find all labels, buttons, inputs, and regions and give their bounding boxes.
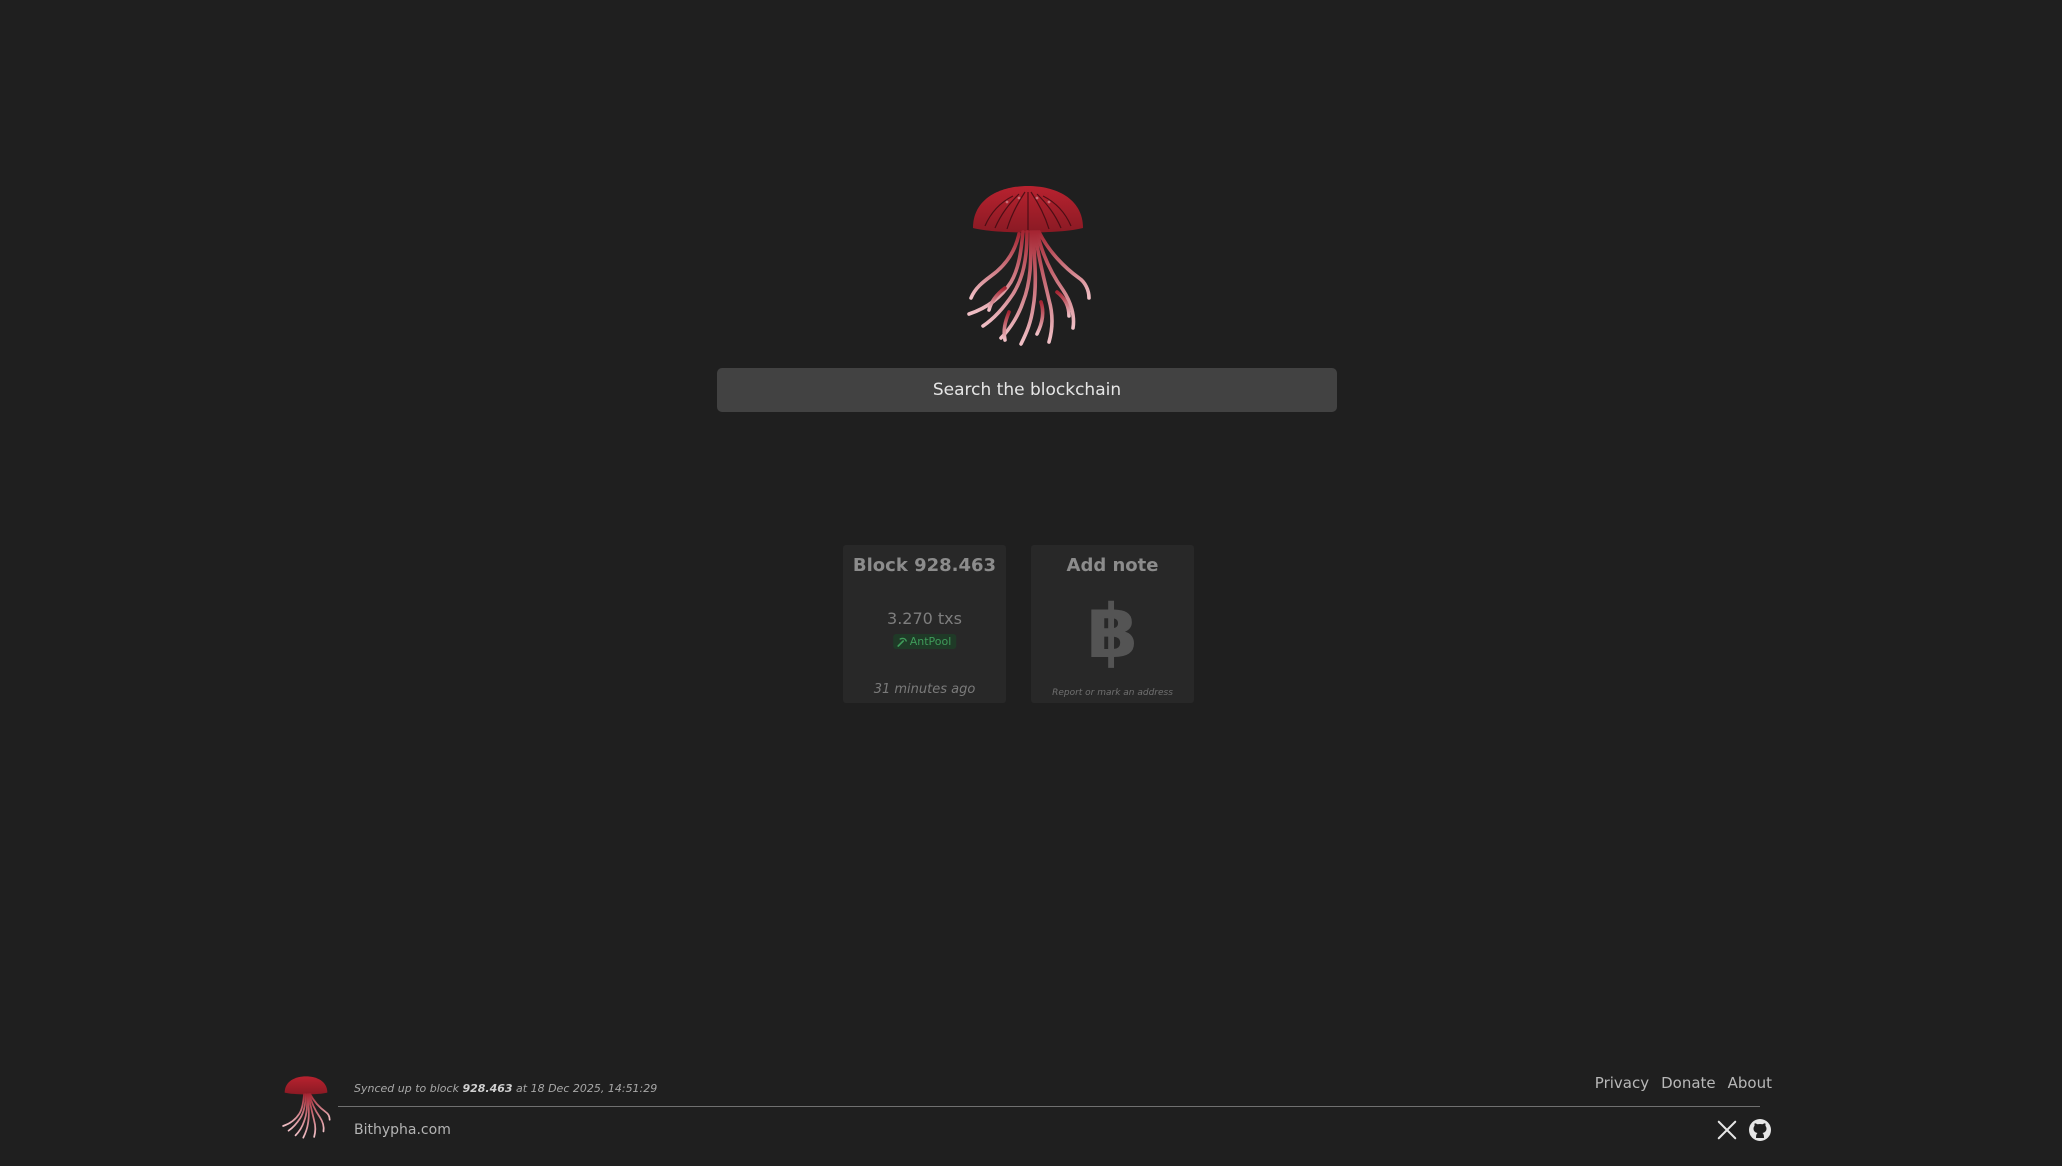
footer: Synced up to block 928.463 at 18 Dec 202… bbox=[280, 1070, 1780, 1160]
mushroom-logo-icon bbox=[967, 186, 1091, 346]
donate-link[interactable]: Donate bbox=[1661, 1074, 1716, 1092]
bitcoin-icon: ฿ bbox=[1086, 589, 1139, 675]
latest-block-card[interactable]: Block 928.463 3.270 txs AntPool 31 minut… bbox=[843, 545, 1006, 703]
mushroom-logo-icon bbox=[282, 1076, 331, 1139]
x-icon[interactable] bbox=[1716, 1119, 1738, 1141]
footer-logo[interactable] bbox=[280, 1074, 332, 1140]
sync-suffix: at 18 Dec 2025, 14:51:29 bbox=[516, 1082, 658, 1095]
footer-links: Privacy Donate About bbox=[1595, 1074, 1772, 1092]
privacy-link[interactable]: Privacy bbox=[1595, 1074, 1649, 1092]
site-name: Bithypha.com bbox=[354, 1122, 451, 1138]
social-icons bbox=[1716, 1118, 1772, 1142]
block-time: 31 minutes ago bbox=[873, 682, 976, 697]
add-note-title: Add note bbox=[1066, 555, 1159, 576]
add-note-card[interactable]: Add note ฿ Report or mark an address bbox=[1031, 545, 1194, 703]
search-input[interactable]: Search the blockchain bbox=[717, 368, 1337, 412]
sync-block: 928.463 bbox=[462, 1082, 513, 1095]
sync-prefix: Synced up to block bbox=[354, 1082, 459, 1095]
about-link[interactable]: About bbox=[1728, 1074, 1772, 1092]
site-logo[interactable] bbox=[961, 182, 1095, 348]
pickaxe-icon bbox=[896, 637, 907, 647]
block-tx-count: 3.270 txs bbox=[887, 609, 962, 628]
page: Search the blockchain Block 928.463 3.27… bbox=[0, 0, 2062, 1166]
add-note-subtitle: Report or mark an address bbox=[1052, 688, 1173, 698]
mining-pool-badge: AntPool bbox=[892, 634, 957, 649]
block-title: Block 928.463 bbox=[852, 555, 997, 576]
footer-divider bbox=[338, 1106, 1760, 1107]
pool-name: AntPool bbox=[909, 635, 952, 648]
github-icon[interactable] bbox=[1748, 1118, 1772, 1142]
sync-status: Synced up to block 928.463 at 18 Dec 202… bbox=[354, 1082, 657, 1095]
